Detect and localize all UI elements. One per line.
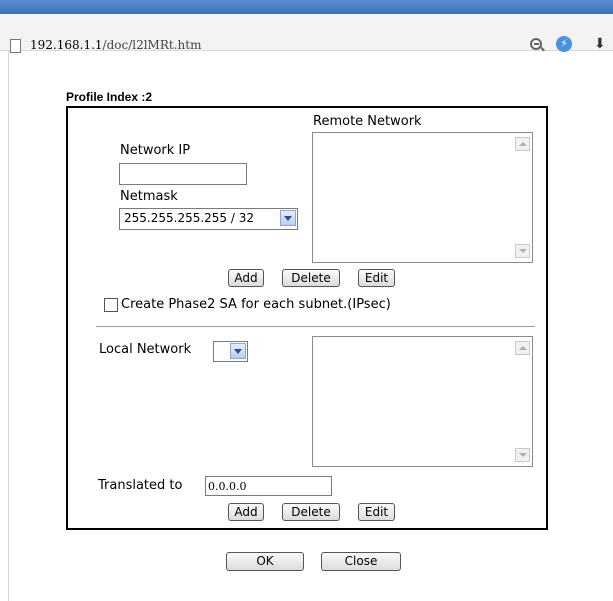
remote-delete-button[interactable]: Delete: [282, 269, 340, 287]
zoom-out-icon[interactable]: [530, 38, 542, 50]
profile-index-label: Profile Index :2: [66, 90, 153, 104]
remote-add-button[interactable]: Add: [228, 269, 264, 287]
url-host: 192.168.1.1: [30, 38, 103, 52]
window-edge: [8, 51, 9, 601]
chevron-down-icon[interactable]: [230, 343, 246, 359]
close-button[interactable]: Close: [321, 552, 401, 571]
ok-button[interactable]: OK: [226, 552, 304, 571]
local-add-button[interactable]: Add: [228, 503, 264, 521]
local-network-select[interactable]: [213, 341, 248, 362]
network-ip-label: Network IP: [120, 143, 191, 158]
url-text[interactable]: 192.168.1.1/doc/l2lMRt.htm: [30, 38, 201, 52]
network-ip-input[interactable]: [119, 163, 247, 185]
download-arrow-icon[interactable]: ⬇: [594, 36, 606, 52]
scroll-up-icon[interactable]: [515, 341, 530, 355]
window-title-bar: [0, 0, 613, 14]
scroll-down-icon[interactable]: [515, 448, 530, 462]
local-edit-button[interactable]: Edit: [358, 503, 395, 521]
local-network-label: Local Network: [99, 342, 192, 357]
netmask-value: 255.255.255.255 / 32: [124, 211, 255, 225]
section-divider: [96, 326, 535, 327]
page-icon: [10, 39, 21, 53]
address-bar[interactable]: 192.168.1.1/doc/l2lMRt.htm ⚡ ⬇: [0, 14, 613, 53]
local-network-list[interactable]: [312, 336, 533, 467]
compatibility-icon[interactable]: ⚡: [556, 36, 572, 52]
scroll-down-icon[interactable]: [515, 244, 530, 258]
netmask-select[interactable]: 255.255.255.255 / 32: [119, 208, 298, 230]
remote-network-list[interactable]: [312, 132, 533, 263]
url-path: /doc/l2lMRt.htm: [102, 38, 202, 52]
remote-edit-button[interactable]: Edit: [358, 269, 395, 287]
phase2-label: Create Phase2 SA for each subnet.(IPsec): [121, 297, 391, 312]
phase2-checkbox[interactable]: [104, 298, 118, 312]
translated-to-input[interactable]: [205, 476, 332, 496]
scroll-up-icon[interactable]: [515, 137, 530, 151]
translated-to-label: Translated to: [98, 478, 183, 493]
remote-network-title: Remote Network: [313, 114, 422, 129]
chevron-down-icon[interactable]: [280, 210, 296, 226]
local-delete-button[interactable]: Delete: [282, 503, 340, 521]
netmask-label: Netmask: [120, 189, 178, 204]
